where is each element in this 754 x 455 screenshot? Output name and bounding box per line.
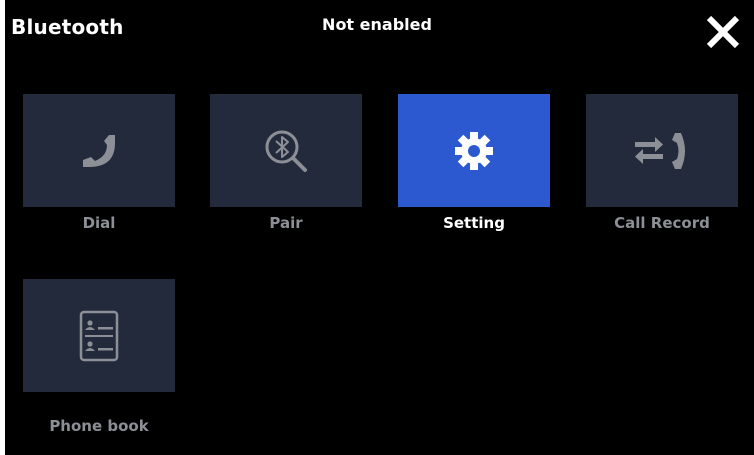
phonebook-label: Phone book	[49, 417, 149, 435]
pair-button[interactable]	[210, 94, 362, 207]
gear-icon	[450, 127, 498, 175]
pair-label: Pair	[269, 214, 303, 232]
call-record-label: Call Record	[614, 214, 710, 232]
bluetooth-screen: Bluetooth Not enabled Dial Pair Setting …	[0, 0, 754, 455]
phonebook-button[interactable]	[23, 279, 175, 392]
setting-button[interactable]	[398, 94, 550, 207]
close-button[interactable]	[704, 13, 742, 51]
call-record-button[interactable]	[586, 94, 738, 207]
bluetooth-search-icon	[258, 123, 314, 179]
dial-label: Dial	[82, 214, 116, 232]
close-icon	[706, 15, 740, 49]
left-edge-strip	[0, 0, 5, 455]
phonebook-icon	[77, 308, 121, 364]
setting-label: Setting	[443, 214, 505, 232]
phone-icon	[77, 129, 121, 173]
status-text: Not enabled	[322, 15, 432, 34]
dial-button[interactable]	[23, 94, 175, 207]
call-record-icon	[631, 129, 693, 173]
